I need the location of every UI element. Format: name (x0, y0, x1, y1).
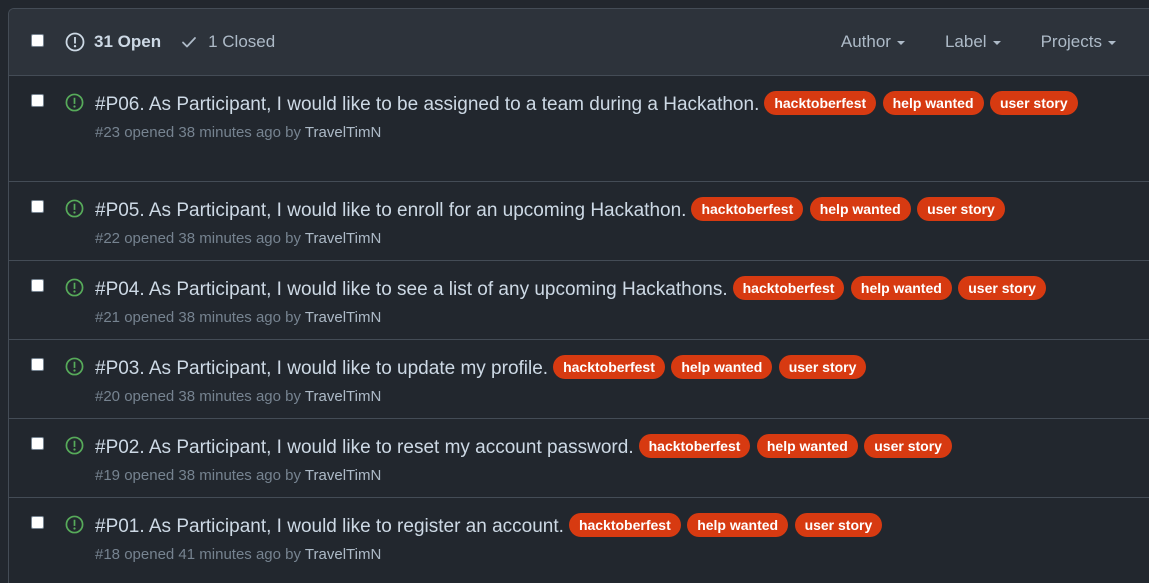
issue-opened-icon (65, 32, 85, 52)
label-hacktoberfest[interactable]: hacktoberfest (638, 434, 751, 458)
label-hacktoberfest[interactable]: hacktoberfest (732, 276, 845, 300)
label-hacktoberfest[interactable]: hacktoberfest (764, 91, 877, 115)
issue-meta: #20 opened 38 minutes ago by TravelTimN (95, 388, 1129, 405)
issue-list: #P06. As Participant, I would like to be… (9, 76, 1149, 577)
check-icon (182, 37, 196, 48)
issue-opened-icon (65, 436, 84, 455)
issue-title-link[interactable]: #P02. As Participant, I would like to re… (95, 437, 634, 458)
open-count: 31 Open (94, 32, 162, 51)
issue-meta: #23 opened 38 minutes ago by TravelTimN (95, 124, 1129, 141)
issue-opened-text: opened 38 minutes ago by (120, 388, 305, 405)
filter-bar: Author Label Projects (801, 9, 1116, 75)
issue-author-link[interactable]: TravelTimN (305, 309, 381, 326)
issue-opened-text: opened 41 minutes ago by (120, 546, 305, 563)
issue-checkbox[interactable] (31, 94, 44, 107)
issue-author-link[interactable]: TravelTimN (305, 546, 381, 563)
issue-opened-icon (65, 278, 84, 297)
label-hacktoberfest[interactable]: hacktoberfest (553, 355, 665, 379)
author-filter-label: Author (840, 32, 891, 51)
label-help-wanted[interactable]: help wanted (809, 197, 911, 221)
issue-opened-icon (65, 515, 84, 534)
issue-opened-icon (65, 199, 84, 218)
issue-row: #P05. As Participant, I would like to en… (9, 182, 1149, 261)
label-help-wanted[interactable]: help wanted (687, 513, 789, 537)
label-help-wanted[interactable]: help wanted (671, 355, 773, 379)
caret-down-icon (992, 41, 1001, 45)
issue-number: #18 (95, 546, 121, 563)
issue-opened-icon (65, 357, 84, 376)
label-help-wanted[interactable]: help wanted (850, 276, 952, 300)
issue-opened-text: opened 38 minutes ago by (120, 230, 305, 247)
author-filter[interactable]: Author (841, 32, 905, 52)
issue-title-link[interactable]: #P03. As Participant, I would like to up… (95, 358, 548, 379)
projects-filter[interactable]: Projects (1041, 32, 1116, 52)
caret-down-icon (896, 41, 905, 45)
label-user-story[interactable]: user story (958, 276, 1046, 300)
closed-count: 1 Closed (208, 32, 276, 51)
label-help-wanted[interactable]: help wanted (882, 91, 984, 115)
issue-state-toggle: 31 Open 1 Closed (65, 9, 275, 75)
issue-author-link[interactable]: TravelTimN (305, 388, 381, 405)
issue-meta: #22 opened 38 minutes ago by TravelTimN (95, 230, 1129, 247)
issue-author-link[interactable]: TravelTimN (305, 467, 381, 484)
issue-number: #23 (95, 124, 121, 141)
issue-checkbox[interactable] (31, 358, 44, 371)
issue-row: #P04. As Participant, I would like to se… (9, 261, 1149, 340)
label-user-story[interactable]: user story (917, 197, 1005, 221)
issue-opened-icon (65, 93, 84, 112)
issue-row: #P06. As Participant, I would like to be… (9, 76, 1149, 182)
caret-down-icon (1108, 41, 1116, 45)
closed-issues-link[interactable]: 1 Closed (179, 32, 275, 52)
issue-row: #P03. As Participant, I would like to up… (9, 340, 1149, 419)
issue-checkbox[interactable] (31, 279, 44, 292)
issue-title-link[interactable]: #P06. As Participant, I would like to be… (95, 94, 759, 115)
issue-row: #P01. As Participant, I would like to re… (9, 498, 1149, 577)
issue-number: #21 (95, 309, 121, 326)
label-filter-label: Label (944, 32, 987, 51)
issue-number: #22 (95, 230, 121, 247)
issues-list-header: 31 Open 1 Closed Author Label Projects (9, 9, 1149, 76)
label-user-story[interactable]: user story (778, 355, 867, 379)
issue-title-link[interactable]: #P05. As Participant, I would like to en… (95, 200, 686, 221)
issue-checkbox[interactable] (31, 516, 44, 529)
issue-title-link[interactable]: #P01. As Participant, I would like to re… (95, 516, 564, 537)
label-hacktoberfest[interactable]: hacktoberfest (691, 197, 804, 221)
issue-opened-text: opened 38 minutes ago by (120, 124, 305, 141)
issue-opened-text: opened 38 minutes ago by (120, 309, 305, 326)
issues-list-box: 31 Open 1 Closed Author Label Projects #… (8, 8, 1149, 583)
open-issues-link[interactable]: 31 Open (65, 32, 161, 52)
issue-meta: #21 opened 38 minutes ago by TravelTimN (95, 309, 1129, 326)
label-user-story[interactable]: user story (989, 91, 1078, 115)
issue-opened-text: opened 38 minutes ago by (120, 467, 305, 484)
issue-row: #P02. As Participant, I would like to re… (9, 419, 1149, 498)
label-user-story[interactable]: user story (864, 434, 952, 458)
label-hacktoberfest[interactable]: hacktoberfest (568, 513, 681, 537)
issue-checkbox[interactable] (31, 200, 44, 213)
issue-author-link[interactable]: TravelTimN (305, 124, 381, 141)
issue-title-link[interactable]: #P04. As Participant, I would like to se… (95, 279, 728, 300)
issue-meta: #18 opened 41 minutes ago by TravelTimN (95, 546, 1129, 563)
label-user-story[interactable]: user story (794, 513, 883, 537)
label-help-wanted[interactable]: help wanted (756, 434, 858, 458)
issue-number: #19 (95, 467, 121, 484)
issue-number: #20 (95, 388, 121, 405)
issue-meta: #19 opened 38 minutes ago by TravelTimN (95, 467, 1129, 484)
issue-author-link[interactable]: TravelTimN (305, 230, 381, 247)
projects-filter-label: Projects (1040, 32, 1102, 51)
issue-checkbox[interactable] (31, 437, 44, 450)
label-filter[interactable]: Label (945, 32, 1001, 52)
select-all-checkbox[interactable] (31, 34, 44, 47)
